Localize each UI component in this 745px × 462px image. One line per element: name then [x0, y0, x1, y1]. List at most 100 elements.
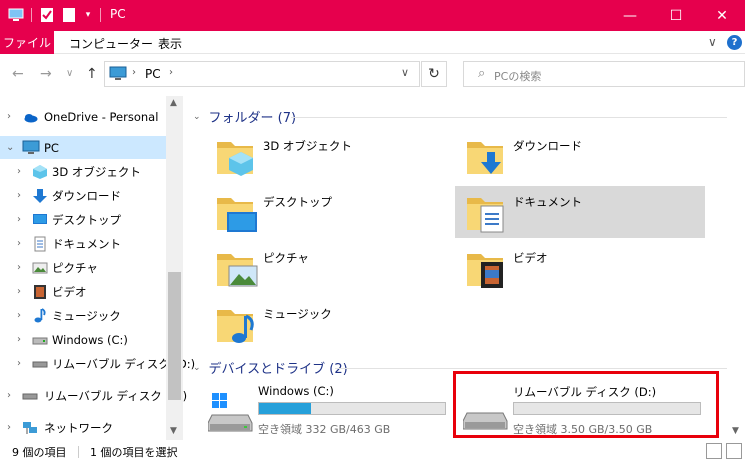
- details-view-button[interactable]: [706, 443, 722, 459]
- chevron-right-icon[interactable]: ›: [17, 310, 21, 321]
- chevron-right-icon[interactable]: ›: [17, 334, 21, 345]
- tab-computer[interactable]: コンピューター: [69, 35, 153, 52]
- folder-desktop[interactable]: デスクトップ: [205, 186, 455, 238]
- chevron-right-icon[interactable]: ›: [17, 358, 21, 369]
- sidebar-item-pc[interactable]: ⌄ PC: [0, 136, 166, 159]
- title-bar: ▾ PC — ☐ ✕: [0, 0, 745, 31]
- sidebar-item-label: Windows (C:): [52, 332, 128, 347]
- sidebar-item-label: ピクチャ: [52, 260, 98, 275]
- search-placeholder: PCの検索: [494, 70, 542, 83]
- ribbon-tabs: ファイル コンピューター 表示 ∨ ?: [0, 31, 745, 54]
- sidebar-item-documents[interactable]: › ドキュメント: [0, 232, 166, 255]
- scrollbar-thumb[interactable]: [168, 272, 181, 400]
- refresh-button[interactable]: ↻: [421, 61, 447, 87]
- new-folder-icon[interactable]: [60, 6, 78, 24]
- sidebar-item-label: ビデオ: [52, 284, 87, 299]
- folder-3d-objects[interactable]: 3D オブジェクト: [205, 130, 455, 182]
- pictures-icon: [32, 260, 48, 276]
- group-header-label: デバイスとドライブ (2): [208, 362, 348, 377]
- large-icons-view-button[interactable]: [726, 443, 742, 459]
- pc-icon[interactable]: [6, 6, 26, 24]
- sidebar-item-downloads[interactable]: › ダウンロード: [0, 184, 166, 207]
- help-icon[interactable]: ?: [727, 35, 742, 50]
- sidebar-item-removable-d-root[interactable]: › リムーバブル ディスク (D:): [0, 384, 187, 407]
- network-icon: [22, 420, 38, 436]
- folder-label: ビデオ: [513, 251, 548, 265]
- window-title: PC: [110, 7, 126, 21]
- sidebar-item-pictures[interactable]: › ピクチャ: [0, 256, 166, 279]
- sidebar-item-videos[interactable]: › ビデオ: [0, 280, 166, 303]
- chevron-right-icon[interactable]: ›: [17, 286, 21, 297]
- scroll-down-icon[interactable]: ▼: [170, 426, 177, 436]
- minimize-button[interactable]: —: [607, 0, 653, 31]
- sidebar-item-label: PC: [44, 140, 59, 155]
- expand-ribbon-icon[interactable]: ∨: [708, 35, 717, 49]
- download-folder-icon: [463, 132, 511, 180]
- properties-icon[interactable]: [38, 6, 56, 24]
- recent-locations-button[interactable]: ∨: [66, 68, 73, 79]
- group-header-folders[interactable]: ⌄ フォルダー (7): [193, 107, 296, 126]
- chevron-right-icon[interactable]: ›: [7, 422, 11, 433]
- sidebar-item-music[interactable]: › ミュージック: [0, 304, 166, 327]
- navigation-scrollbar[interactable]: ▲ ▼: [166, 96, 183, 440]
- drive-icon: [32, 332, 48, 348]
- chevron-right-icon[interactable]: ›: [17, 214, 21, 225]
- folder-videos[interactable]: ビデオ: [455, 242, 705, 294]
- folder-label: 3D オブジェクト: [263, 139, 352, 153]
- folder-music[interactable]: ミュージック: [205, 298, 455, 350]
- breadcrumb-separator: ›: [132, 67, 136, 78]
- customize-quick-access-icon[interactable]: ▾: [82, 6, 94, 24]
- separator: [100, 8, 101, 22]
- chevron-right-icon[interactable]: ›: [17, 262, 21, 273]
- sidebar-item-network[interactable]: › ネットワーク: [0, 416, 166, 439]
- documents-icon: [32, 236, 48, 252]
- chevron-right-icon[interactable]: ›: [7, 111, 11, 122]
- close-button[interactable]: ✕: [699, 0, 745, 31]
- search-box[interactable]: ⌕ PCの検索: [463, 61, 745, 87]
- videos-folder-icon: [463, 244, 511, 292]
- sidebar-item-label: ダウンロード: [52, 188, 121, 203]
- back-button[interactable]: ←: [12, 66, 24, 82]
- tab-view[interactable]: 表示: [158, 35, 182, 52]
- folder-pictures[interactable]: ピクチャ: [205, 242, 455, 294]
- highlight-box: [453, 371, 719, 438]
- address-bar[interactable]: › PC › ∨: [104, 61, 420, 87]
- drive-windows-c[interactable]: Windows (C:) 空き領域 332 GB/463 GB: [200, 381, 450, 441]
- pc-icon: [109, 66, 127, 85]
- maximize-button[interactable]: ☐: [653, 0, 699, 31]
- folder-label: ピクチャ: [263, 251, 309, 265]
- music-folder-icon: [213, 300, 261, 348]
- chevron-right-icon[interactable]: ›: [17, 190, 21, 201]
- sidebar-item-3d-objects[interactable]: › 3D オブジェクト: [0, 160, 166, 183]
- drive-name: Windows (C:): [258, 384, 334, 398]
- drive-usage-bar: [258, 402, 446, 415]
- breadcrumb-separator[interactable]: ›: [169, 67, 173, 78]
- address-dropdown-button[interactable]: ∨: [401, 66, 409, 79]
- desktop-icon: [32, 212, 48, 228]
- chevron-down-icon[interactable]: ⌄: [193, 363, 201, 373]
- sidebar-item-onedrive[interactable]: › OneDrive - Personal: [0, 105, 166, 128]
- folder-label: ダウンロード: [513, 139, 582, 153]
- scroll-down-icon[interactable]: ▼: [732, 426, 739, 436]
- chevron-down-icon[interactable]: ⌄: [193, 112, 201, 122]
- sidebar-item-label: ネットワーク: [44, 420, 113, 435]
- folder-label: ミュージック: [263, 307, 332, 321]
- sidebar-item-windows-c[interactable]: › Windows (C:): [0, 328, 166, 351]
- chevron-right-icon[interactable]: ›: [7, 390, 11, 401]
- sidebar-item-desktop[interactable]: › デスクトップ: [0, 208, 166, 231]
- tab-file[interactable]: ファイル: [0, 31, 54, 54]
- chevron-right-icon[interactable]: ›: [17, 166, 21, 177]
- sidebar-item-removable-d[interactable]: › リムーバブル ディスク (D:): [0, 352, 195, 375]
- chevron-down-icon[interactable]: ⌄: [6, 142, 14, 153]
- folder-downloads[interactable]: ダウンロード: [455, 130, 705, 182]
- forward-button[interactable]: →: [40, 66, 52, 82]
- group-header-drives[interactable]: ⌄ デバイスとドライブ (2): [193, 358, 348, 377]
- content-scrollbar[interactable]: ▼: [728, 96, 745, 440]
- breadcrumb-pc[interactable]: PC: [145, 67, 161, 81]
- chevron-right-icon[interactable]: ›: [17, 238, 21, 249]
- drive-usage-fill: [259, 403, 312, 414]
- folder-documents[interactable]: ドキュメント: [455, 186, 705, 238]
- scroll-up-icon[interactable]: ▲: [170, 98, 177, 108]
- status-bar: 9 個の項目 1 個の項目を選択: [0, 440, 745, 462]
- up-button[interactable]: ↑: [86, 66, 98, 82]
